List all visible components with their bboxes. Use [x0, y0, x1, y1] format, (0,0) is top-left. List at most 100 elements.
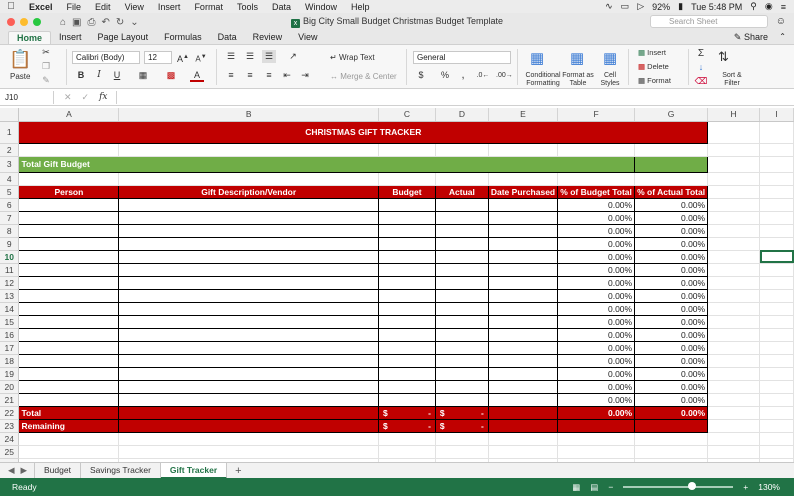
- pct-actual-total[interactable]: 0.00%: [634, 405, 709, 420]
- budget-total-cell[interactable]: $ -: [377, 405, 436, 420]
- pct-budget-cell[interactable]: 0.00%: [557, 275, 636, 290]
- cell[interactable]: [377, 288, 436, 303]
- cell[interactable]: [434, 262, 489, 277]
- total-gift-budget-value[interactable]: [634, 155, 709, 173]
- insert-function-button[interactable]: fx: [99, 92, 107, 103]
- collapse-ribbon-icon[interactable]: ⌃: [779, 32, 786, 41]
- currency-format-icon[interactable]: $: [414, 69, 428, 82]
- save-icon[interactable]: ▣: [72, 17, 81, 28]
- sheet-tab-budget[interactable]: Budget: [34, 462, 81, 479]
- cell[interactable]: [434, 327, 489, 342]
- cell[interactable]: [435, 432, 489, 446]
- cell[interactable]: [557, 445, 636, 459]
- cell[interactable]: [118, 405, 379, 420]
- row-header[interactable]: 11: [0, 263, 20, 277]
- cell[interactable]: [18, 262, 120, 277]
- sheet-tab-gift-tracker[interactable]: Gift Tracker: [160, 462, 228, 479]
- align-middle-icon[interactable]: ☰: [243, 50, 257, 63]
- cell[interactable]: [434, 366, 489, 381]
- menu-insert[interactable]: Insert: [151, 2, 188, 12]
- cell[interactable]: [377, 379, 436, 394]
- row-header[interactable]: 9: [0, 237, 20, 251]
- cell[interactable]: [707, 211, 760, 225]
- cell[interactable]: [707, 143, 760, 157]
- clock[interactable]: Tue 5:48 PM: [691, 2, 742, 12]
- cell[interactable]: [377, 353, 436, 368]
- pct-actual-cell[interactable]: 0.00%: [634, 340, 709, 355]
- cell[interactable]: [377, 392, 436, 407]
- row-header[interactable]: 7: [0, 211, 20, 225]
- menu-edit[interactable]: Edit: [88, 2, 118, 12]
- cell[interactable]: [759, 237, 794, 251]
- row-header[interactable]: 16: [0, 328, 20, 342]
- pct-budget-cell[interactable]: 0.00%: [557, 379, 636, 394]
- cell[interactable]: [487, 262, 559, 277]
- cell[interactable]: [118, 172, 379, 186]
- cell[interactable]: [18, 314, 120, 329]
- row-header[interactable]: 25: [0, 445, 20, 459]
- cell[interactable]: [18, 379, 120, 394]
- number-format-select[interactable]: General: [413, 51, 511, 64]
- cell[interactable]: [759, 393, 794, 407]
- cell[interactable]: [18, 288, 120, 303]
- cell[interactable]: [759, 432, 794, 446]
- pct-actual-cell[interactable]: 0.00%: [634, 249, 709, 264]
- cell[interactable]: [434, 197, 489, 212]
- pct-actual-cell[interactable]: 0.00%: [634, 353, 709, 368]
- cell[interactable]: [759, 185, 794, 199]
- column-header-d[interactable]: D: [435, 108, 489, 122]
- minimize-window-icon[interactable]: [20, 18, 28, 26]
- cell[interactable]: [377, 275, 436, 290]
- cell[interactable]: [118, 392, 379, 407]
- pct-actual-cell[interactable]: 0.00%: [634, 379, 709, 394]
- font-size-select[interactable]: 12: [144, 51, 172, 64]
- total-label[interactable]: Total: [18, 405, 120, 420]
- align-bottom-icon[interactable]: ☰: [262, 50, 276, 63]
- italic-icon[interactable]: I: [92, 69, 106, 82]
- column-header-b[interactable]: B: [118, 108, 379, 122]
- cell[interactable]: [488, 143, 559, 157]
- cell[interactable]: [634, 172, 709, 186]
- sort-filter-icon[interactable]: ⇅: [718, 49, 729, 65]
- menu-tools[interactable]: Tools: [230, 2, 265, 12]
- cell[interactable]: [707, 185, 760, 199]
- pct-actual-cell[interactable]: 0.00%: [634, 262, 709, 277]
- fill-color-icon[interactable]: ▩: [164, 69, 178, 82]
- confirm-entry-icon[interactable]: ✓: [82, 92, 90, 103]
- cell[interactable]: [435, 143, 489, 157]
- increase-indent-icon[interactable]: ⇥: [298, 69, 312, 82]
- zoom-window-icon[interactable]: [33, 18, 41, 26]
- cell[interactable]: [707, 406, 760, 420]
- cell[interactable]: [759, 143, 794, 157]
- cell[interactable]: [118, 340, 379, 355]
- tab-review[interactable]: Review: [245, 31, 291, 44]
- cell[interactable]: [377, 210, 436, 225]
- row-header[interactable]: 12: [0, 276, 20, 290]
- cell[interactable]: [557, 418, 636, 433]
- menu-data[interactable]: Data: [265, 2, 298, 12]
- cell[interactable]: [487, 236, 559, 251]
- cell[interactable]: [707, 237, 760, 251]
- menu-format[interactable]: Format: [187, 2, 230, 12]
- row-header[interactable]: 13: [0, 289, 20, 303]
- previous-sheet-icon[interactable]: ◀: [8, 465, 15, 476]
- cell[interactable]: [118, 432, 379, 446]
- close-window-icon[interactable]: [7, 18, 15, 26]
- wifi-icon[interactable]: ∿: [605, 1, 613, 12]
- comma-style-icon[interactable]: ,: [456, 69, 470, 82]
- cell[interactable]: [18, 301, 120, 316]
- cell[interactable]: [118, 249, 379, 264]
- cell[interactable]: [759, 172, 794, 186]
- cell[interactable]: [118, 314, 379, 329]
- pct-actual-cell[interactable]: 0.00%: [634, 392, 709, 407]
- format-painter-icon[interactable]: ✎: [39, 74, 53, 87]
- cell[interactable]: [118, 288, 379, 303]
- cell[interactable]: [759, 224, 794, 238]
- cell[interactable]: [634, 143, 709, 157]
- cell-styles-icon[interactable]: ▦: [603, 49, 617, 67]
- cell[interactable]: [707, 198, 760, 212]
- next-sheet-icon[interactable]: ▶: [21, 465, 28, 476]
- page-layout-view-icon[interactable]: ▤: [590, 482, 598, 493]
- column-header-i[interactable]: I: [759, 108, 794, 122]
- format-cells-button[interactable]: ▦ Format: [638, 76, 671, 85]
